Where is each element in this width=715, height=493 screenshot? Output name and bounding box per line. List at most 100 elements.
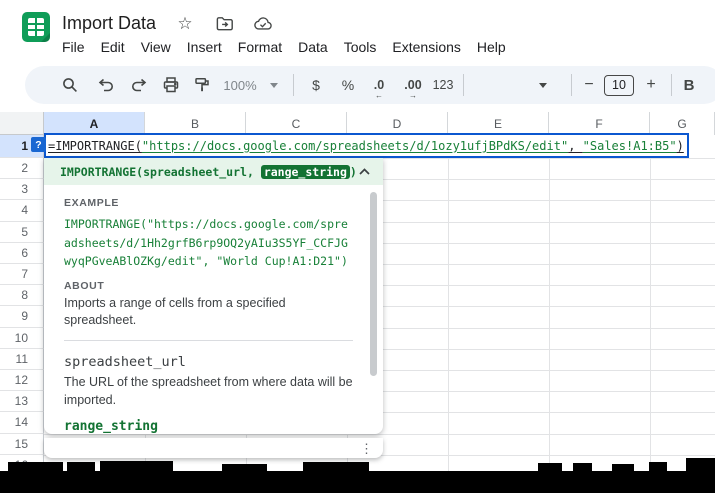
redaction-block [649, 462, 667, 472]
function-signature-header[interactable]: IMPORTRANGE(spreadsheet_url, range_strin… [44, 158, 383, 185]
star-icon[interactable]: ☆ [175, 13, 195, 33]
redaction-block [538, 463, 562, 472]
signature-arg1: spreadsheet_url [143, 165, 247, 179]
parameter-list: spreadsheet_urlThe URL of the spreadshee… [64, 354, 353, 435]
column-header-d[interactable]: D [347, 112, 448, 135]
row-header-11[interactable]: 11 [0, 349, 44, 370]
example-code-line: wyqPGveABlOZKg/edit", "World Cup!A1:D21"… [64, 252, 353, 271]
increase-decimal-button[interactable]: .00→ [398, 66, 428, 104]
menubar: FileEditViewInsertFormatDataToolsExtensi… [54, 36, 514, 58]
row-header-15[interactable]: 15 [0, 434, 44, 455]
function-help-body: EXAMPLE IMPORTRANGE("https://docs.google… [44, 185, 383, 434]
example-code: IMPORTRANGE("https://docs.google.com/spr… [64, 215, 353, 271]
row-header-6[interactable]: 6 [0, 243, 44, 264]
column-header-c[interactable]: C [246, 112, 347, 135]
signature-fn: IMPORTRANGE( [60, 165, 143, 179]
about-text: Imports a range of cells from a specifie… [64, 295, 353, 329]
popup-divider [64, 340, 353, 341]
formula-token-plain: , [568, 139, 582, 153]
increase-font-size-button[interactable]: + [640, 66, 662, 104]
search-icon[interactable] [57, 66, 83, 104]
redo-icon[interactable] [126, 66, 152, 104]
cell-editor-a1[interactable]: =IMPORTRANGE("https://docs.google.com/sp… [44, 133, 689, 158]
redaction-block [612, 464, 634, 472]
formula-help-badge[interactable]: ? [31, 137, 46, 152]
decrease-font-size-button[interactable]: − [578, 66, 600, 104]
more-options-kebab-icon[interactable]: ⋮ [360, 442, 373, 455]
example-code-line: IMPORTRANGE("https://docs.google.com/spr… [64, 215, 353, 234]
menu-tools[interactable]: Tools [336, 36, 385, 58]
spreadsheet-grid[interactable]: ABCDEFG 12345678910111213141516 =IMPORTR… [0, 112, 715, 493]
print-icon[interactable] [158, 66, 184, 104]
zoom-select[interactable]: 100% [219, 66, 261, 104]
row-header-3[interactable]: 3 [0, 179, 44, 200]
formula-token-string: "Sales!A1:B5" [583, 139, 677, 153]
select-all-corner[interactable] [0, 112, 44, 135]
grid-vline [650, 158, 651, 473]
formula-text: =IMPORTRANGE("https://docs.google.com/sp… [48, 139, 684, 153]
function-help-footer: ⋮ [44, 438, 383, 458]
row-header-5[interactable]: 5 [0, 222, 44, 243]
redaction-block [67, 462, 95, 472]
font-size-field[interactable]: 10 [603, 66, 635, 104]
zoom-value: 100% [223, 78, 256, 93]
row-header-9[interactable]: 9 [0, 306, 44, 327]
currency-format-button[interactable]: $ [304, 66, 328, 104]
undo-icon[interactable] [93, 66, 119, 104]
formula-token-plain: ) [677, 139, 684, 153]
percent-format-button[interactable]: % [336, 66, 360, 104]
signature-arg2-active: range_string [261, 165, 350, 179]
menu-view[interactable]: View [133, 36, 179, 58]
about-label: ABOUT [64, 280, 353, 292]
row-header-4[interactable]: 4 [0, 200, 44, 221]
row-header-2[interactable]: 2 [0, 158, 44, 179]
popup-scrollbar[interactable] [370, 192, 377, 376]
decrease-decimal-button[interactable]: .0← [366, 66, 392, 104]
italic-button[interactable]: I [709, 66, 715, 104]
collapse-chevron-icon[interactable] [357, 163, 373, 181]
increase-decimal-arrow-icon: → [409, 91, 417, 100]
menu-extensions[interactable]: Extensions [384, 36, 468, 58]
column-header-f[interactable]: F [549, 112, 650, 135]
grid-vline [448, 158, 449, 473]
function-help-popup: IMPORTRANGE(spreadsheet_url, range_strin… [44, 158, 383, 434]
sheets-logo-grid [28, 18, 44, 36]
row-header-13[interactable]: 13 [0, 391, 44, 412]
redaction-block [100, 461, 173, 472]
row-header-12[interactable]: 12 [0, 370, 44, 391]
formula-token-plain: =IMPORTRANGE( [48, 139, 142, 153]
menu-data[interactable]: Data [290, 36, 336, 58]
redaction-block [686, 458, 715, 472]
paint-format-icon[interactable] [189, 66, 215, 104]
document-title[interactable]: Import Data [62, 13, 156, 34]
column-header-g[interactable]: G [650, 112, 715, 135]
sheets-logo-icon[interactable] [22, 12, 50, 42]
param-name-range_string: range_string [64, 419, 353, 434]
formula-token-string: "https://docs.google.com/spreadsheets/d/… [142, 139, 568, 153]
row-header-7[interactable]: 7 [0, 264, 44, 285]
menu-help[interactable]: Help [469, 36, 514, 58]
row-header-14[interactable]: 14 [0, 412, 44, 433]
bold-button[interactable]: B [677, 66, 701, 104]
redaction-block [573, 463, 592, 472]
menu-edit[interactable]: Edit [93, 36, 133, 58]
number-format-button[interactable]: 123 [428, 66, 458, 104]
menu-format[interactable]: Format [230, 36, 290, 58]
font-caret-icon[interactable] [535, 66, 551, 104]
row-header-8[interactable]: 8 [0, 285, 44, 306]
move-folder-icon[interactable] [214, 13, 234, 33]
menu-file[interactable]: File [54, 36, 93, 58]
cloud-saved-icon[interactable] [253, 13, 273, 33]
grid-vline [549, 158, 550, 473]
decrease-decimal-arrow-icon: ← [375, 91, 383, 100]
zoom-caret-icon[interactable] [267, 66, 281, 104]
signature-separator: , [247, 165, 261, 179]
column-header-a[interactable]: A [44, 112, 145, 135]
param-desc-spreadsheet_url: The URL of the spreadsheet from where da… [64, 373, 356, 410]
column-header-b[interactable]: B [145, 112, 246, 135]
menu-insert[interactable]: Insert [179, 36, 230, 58]
column-header-e[interactable]: E [448, 112, 549, 135]
row-header-10[interactable]: 10 [0, 328, 44, 349]
redaction-block [303, 462, 369, 472]
document-title-row: Import Data ☆ [62, 10, 273, 36]
